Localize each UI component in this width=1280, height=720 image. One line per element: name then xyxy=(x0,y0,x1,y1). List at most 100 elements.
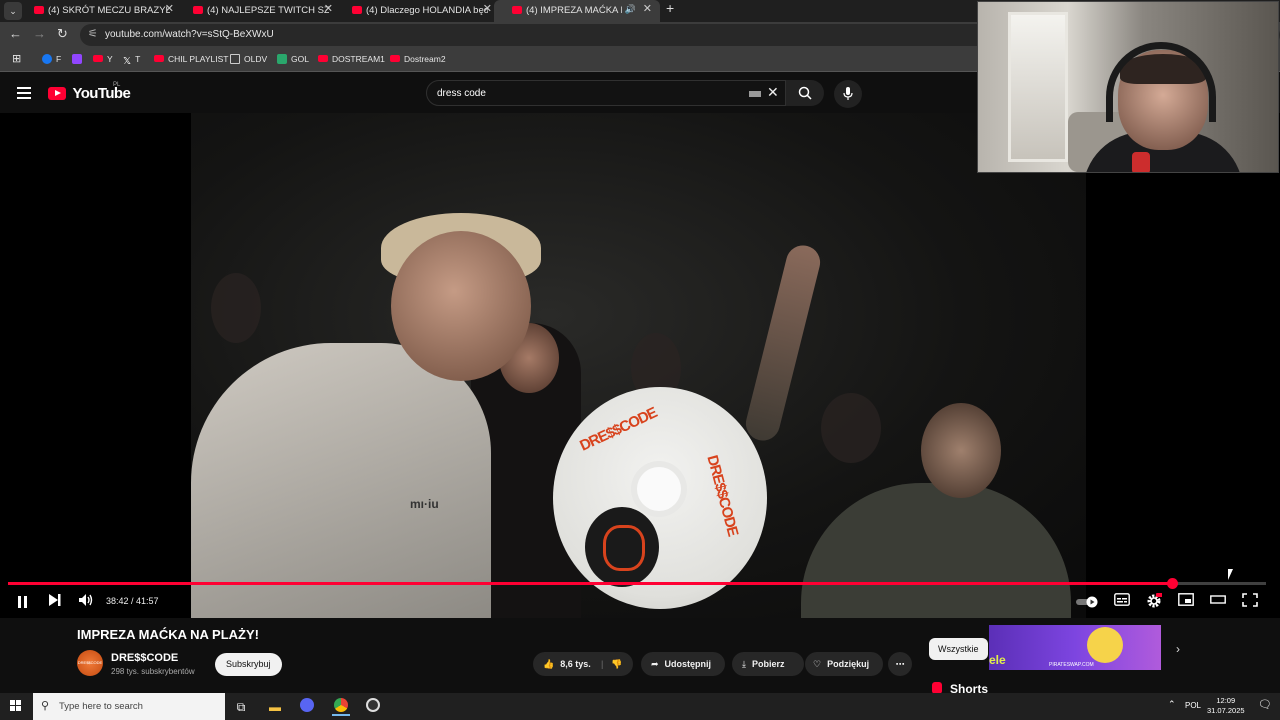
system-clock[interactable]: 12:09 31.07.2025 xyxy=(1207,696,1245,716)
close-tab-icon[interactable]: ✕ xyxy=(165,3,174,16)
tab-dlaczego-holandia[interactable]: (4) Dlaczego HOLANDIA będzie ✕ xyxy=(334,0,500,22)
notifications-icon[interactable]: 🗨 xyxy=(1258,698,1272,711)
close-tab-icon[interactable]: ✕ xyxy=(324,3,333,16)
voice-search-button[interactable] xyxy=(834,80,862,108)
windows-taskbar: ⚲ Type here to search ⧉ ▬ ⌃ POL 12:09 31… xyxy=(0,693,1280,720)
skip-next-icon xyxy=(49,594,61,606)
share-button[interactable]: ➦ Udostępnij xyxy=(641,652,725,676)
autoplay-toggle[interactable] xyxy=(1076,595,1100,611)
ad-banner[interactable]: ele PIRATESWAP.COM xyxy=(989,625,1161,670)
headset-icon xyxy=(1106,42,1216,122)
file-explorer-icon[interactable]: ▬ xyxy=(266,698,284,716)
background-person xyxy=(821,393,881,463)
taskbar-search-input[interactable]: ⚲ Type here to search xyxy=(33,693,225,720)
bookmark-gol[interactable]: GOL xyxy=(277,54,309,64)
chrome-icon[interactable] xyxy=(332,698,350,716)
banner-site: PIRATESWAP.COM xyxy=(1049,662,1094,668)
channel-avatar[interactable]: DRE$$CODE xyxy=(77,650,103,676)
close-tab-icon[interactable]: ✕ xyxy=(643,3,652,16)
search-input[interactable]: dress code ✕ xyxy=(426,80,786,106)
twitch-icon xyxy=(72,54,82,64)
subscriber-count: 298 tys. subskrybentów xyxy=(111,667,195,676)
bookmark-dostream1[interactable]: DOSTREAM1 xyxy=(318,54,385,64)
volume-button[interactable] xyxy=(78,593,94,610)
folder-icon xyxy=(230,54,240,64)
obs-icon[interactable] xyxy=(364,698,382,716)
bookmark-t[interactable]: 𝕏T xyxy=(123,54,140,67)
video-title: IMPREZA MAĆKA NA PLAŻY! xyxy=(77,627,259,642)
url-text: youtube.com/watch?v=sStQ-BeXWxU xyxy=(105,29,274,40)
download-label: Pobierz xyxy=(751,659,785,669)
bookmark-y[interactable]: Y xyxy=(93,54,113,64)
mouse-cursor-icon xyxy=(1228,569,1233,580)
language-indicator[interactable]: POL xyxy=(1185,701,1201,710)
back-arrow-icon[interactable]: ← xyxy=(9,26,22,41)
background-person xyxy=(211,273,261,343)
bookmark-chil-playlist[interactable]: CHIL PLAYLIST xyxy=(154,54,228,64)
tab-skrot-meczu[interactable]: (4) SKRÓT MECZU BRAZYLIA - C ✕ xyxy=(16,0,182,22)
download-button[interactable]: ⤓ Pobierz xyxy=(732,652,804,676)
thanks-button[interactable]: ♡ Podziękuj xyxy=(805,652,883,676)
close-tab-icon[interactable]: ✕ xyxy=(483,3,492,16)
bookmark-twitch[interactable] xyxy=(72,54,86,64)
tab-impreza-macka[interactable]: (4) IMPREZA MAĆKA NA PL 🔊 ✕ xyxy=(494,0,660,22)
heart-dollar-icon: ♡ xyxy=(813,659,822,669)
new-tab-button[interactable]: + xyxy=(666,0,674,16)
tab-najlepsze-twitch[interactable]: (4) NAJLEPSZE TWITCH SZOTY ✕ xyxy=(175,0,341,22)
search-button[interactable] xyxy=(786,80,824,106)
channel-name[interactable]: DRE$$CODE xyxy=(111,652,178,664)
pause-button[interactable] xyxy=(18,595,30,611)
miniplayer-button[interactable] xyxy=(1178,593,1194,609)
task-view-icon[interactable]: ⧉ xyxy=(232,698,250,716)
download-icon: ⤓ xyxy=(742,659,746,669)
apps-grid-icon[interactable]: ⊞ xyxy=(12,52,21,65)
hat-print: DRE$$CODE xyxy=(577,404,660,455)
video-frame: mı·iu DRE$$CODE DRE$$CODE xyxy=(191,113,1086,618)
keyboard-icon[interactable] xyxy=(749,91,761,97)
person-right xyxy=(801,483,1071,618)
like-count: 8,6 tys. xyxy=(560,659,591,669)
fullscreen-icon xyxy=(1242,593,1258,607)
hat-button xyxy=(637,467,681,511)
forward-arrow-icon[interactable]: → xyxy=(33,26,46,41)
thumbs-down-icon[interactable]: 👎 xyxy=(611,652,622,676)
clear-search-icon[interactable]: ✕ xyxy=(767,84,779,101)
video-player[interactable]: mı·iu DRE$$CODE DRE$$CODE 38:42 / 41:57 xyxy=(0,113,1280,618)
discord-icon[interactable] xyxy=(298,698,316,716)
bookmark-dostream2[interactable]: Dostream2 xyxy=(390,54,446,64)
search-query: dress code xyxy=(437,88,486,99)
youtube-icon xyxy=(390,55,400,62)
filter-chip-all[interactable]: Wszystkie xyxy=(929,638,988,660)
fullscreen-button[interactable] xyxy=(1242,593,1258,610)
settings-button[interactable] xyxy=(1146,593,1163,612)
gear-icon xyxy=(1147,593,1163,608)
youtube-icon xyxy=(93,55,103,62)
duck-mascot-icon xyxy=(1087,627,1123,663)
thumbs-up-icon: 👍 xyxy=(543,659,555,669)
banner-fragment: ele xyxy=(989,653,1006,667)
facebook-icon xyxy=(42,54,52,64)
site-info-icon[interactable]: ⚟ xyxy=(88,27,98,40)
next-button[interactable] xyxy=(48,593,62,610)
speaker-icon[interactable]: 🔊 xyxy=(625,3,636,16)
like-button[interactable]: 👍 8,6 tys. | 👎 xyxy=(533,652,633,676)
tab-title: (4) Dlaczego HOLANDIA będzie xyxy=(366,5,488,16)
bookmark-oldv[interactable]: OLDV xyxy=(230,54,267,64)
progress-scrubber[interactable] xyxy=(1166,578,1178,589)
subtitles-button[interactable] xyxy=(1114,593,1130,609)
thanks-label: Podziękuj xyxy=(827,659,870,669)
youtube-icon xyxy=(154,55,164,62)
theater-mode-button[interactable] xyxy=(1210,593,1226,609)
tab-title: (4) NAJLEPSZE TWITCH SZOTY xyxy=(207,5,329,16)
more-actions-button[interactable]: ⋯ xyxy=(888,652,912,676)
windows-start-icon[interactable] xyxy=(10,700,22,712)
menu-hamburger-icon[interactable] xyxy=(17,87,31,99)
reload-icon[interactable]: ↻ xyxy=(57,26,68,42)
youtube-logo[interactable]: YouTube PL xyxy=(48,82,131,103)
chevron-right-icon[interactable]: › xyxy=(1176,642,1180,656)
progress-bar[interactable] xyxy=(8,578,1266,589)
tray-chevron-up-icon[interactable]: ⌃ xyxy=(1168,699,1176,710)
bookmark-f[interactable]: F xyxy=(42,54,61,64)
subscribe-button[interactable]: Subskrybuj xyxy=(215,653,282,676)
microphone xyxy=(1132,152,1150,172)
